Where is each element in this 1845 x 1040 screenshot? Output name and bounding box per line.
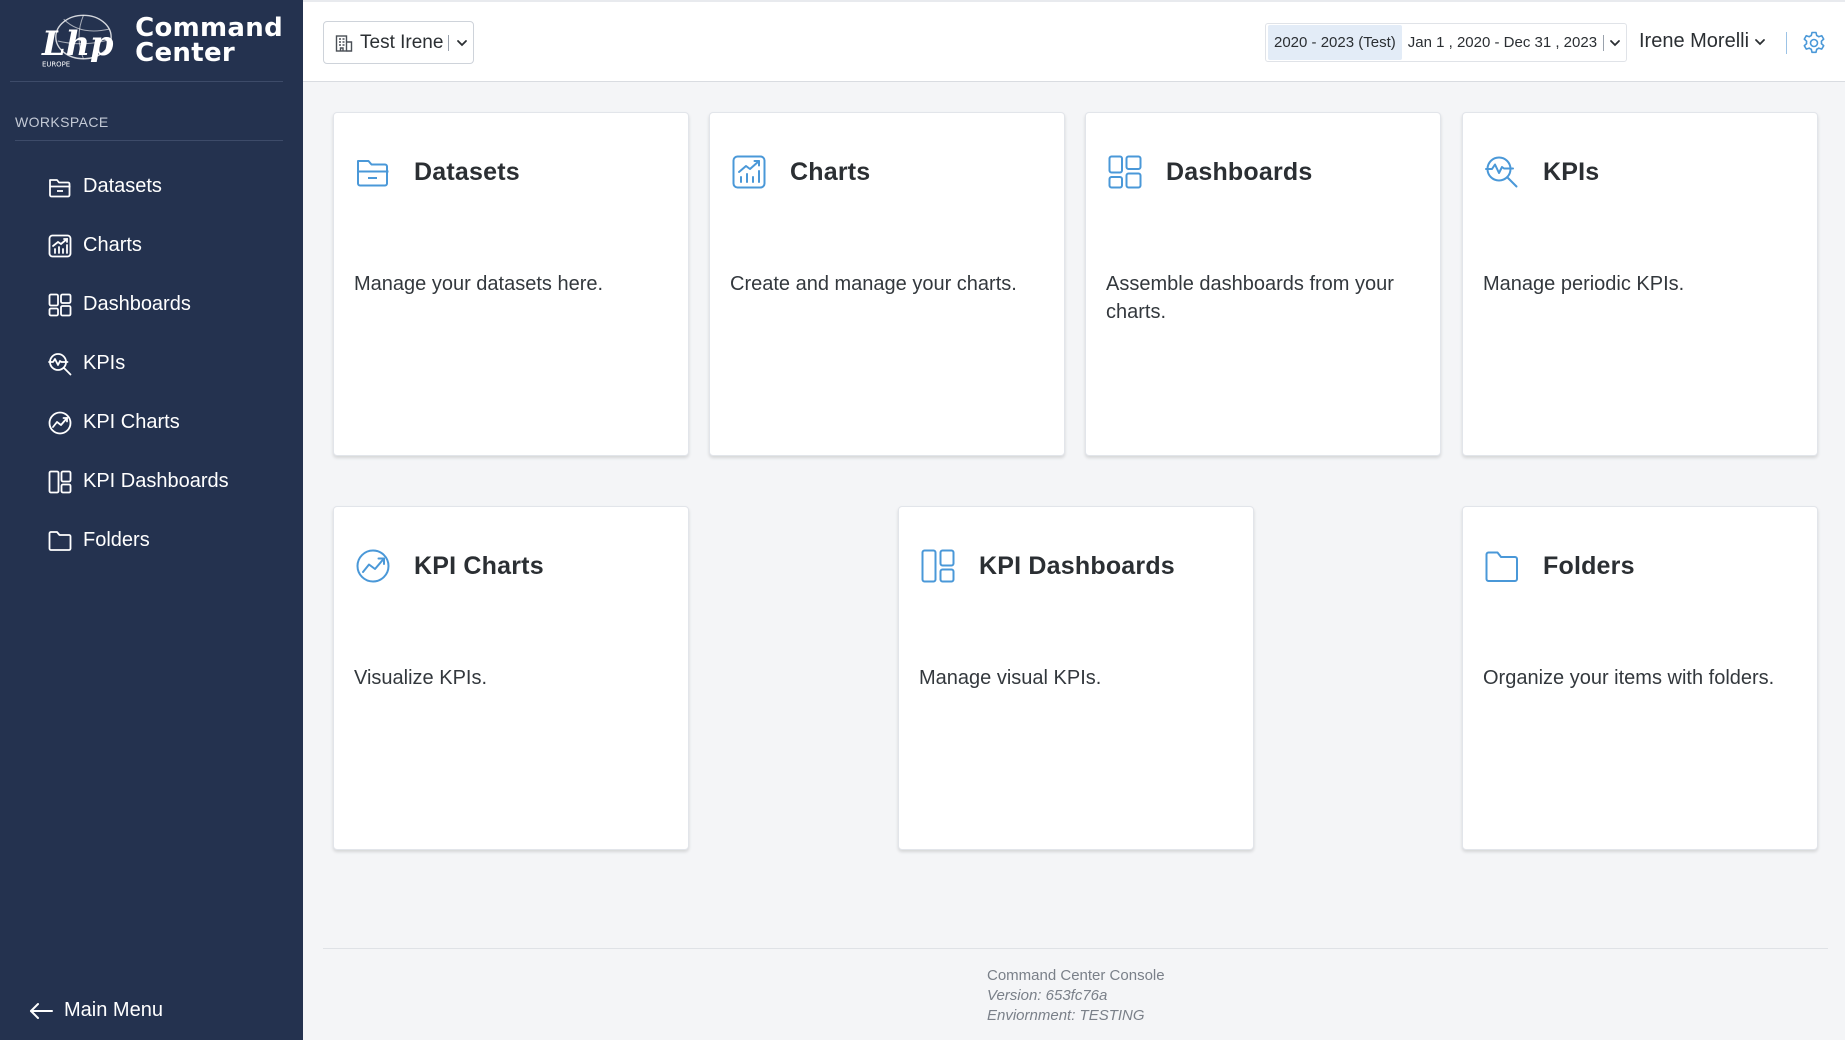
- card-header: KPI Charts: [354, 547, 544, 585]
- dashboard-icon: [1108, 155, 1142, 189]
- card-description: Organize your items with folders.: [1483, 667, 1775, 689]
- footer: Command Center Console Version: 653fc76a…: [987, 966, 1165, 1026]
- sidebar-item-charts[interactable]: Charts: [0, 216, 303, 275]
- sidebar-item-dashboards[interactable]: Dashboards: [0, 275, 303, 334]
- logo-subtext: EUROPE: [42, 60, 70, 68]
- card-kpis[interactable]: KPIs Manage periodic KPIs.: [1462, 112, 1818, 456]
- brand: Lhp EUROPE Command Center: [10, 0, 283, 82]
- chevron-down-icon: [1755, 38, 1765, 45]
- kpi-search-icon: [48, 352, 72, 375]
- card-header: Datasets: [354, 153, 520, 191]
- chart-icon: [732, 155, 766, 189]
- building-icon: [335, 34, 353, 52]
- card-kpi-charts[interactable]: KPI Charts Visualize KPIs.: [333, 506, 689, 850]
- sidebar-item-label: Folders: [83, 529, 150, 551]
- chevron-down-icon: [457, 39, 468, 46]
- toolbar-divider: [1786, 32, 1787, 54]
- workspace-section-label: WORKSPACE: [15, 114, 109, 130]
- sidebar-item-kpis[interactable]: KPIs: [0, 334, 303, 393]
- footer-app-name: Command Center Console: [987, 967, 1165, 984]
- company-logo[interactable]: Lhp EUROPE: [40, 11, 115, 71]
- sidebar-item-datasets[interactable]: Datasets: [0, 157, 303, 216]
- main-menu-label: Main Menu: [64, 999, 163, 1021]
- footer-environment: Enviornment: TESTING: [987, 1007, 1145, 1024]
- chart-icon: [48, 234, 72, 257]
- card-title: Dashboards: [1166, 157, 1313, 186]
- select-separator: [1603, 34, 1605, 51]
- kpi-chart-icon: [48, 411, 72, 434]
- app-title-line2: Center: [135, 37, 236, 68]
- organization-select[interactable]: Test Irene: [323, 21, 474, 64]
- main-menu-button[interactable]: Main Menu: [28, 999, 163, 1022]
- kpi-dashboard-icon: [921, 549, 955, 583]
- date-range-value: Jan 1 , 2020 - Dec 31 , 2023: [1407, 34, 1598, 51]
- card-title: KPI Charts: [414, 551, 544, 580]
- card-title: Charts: [790, 157, 871, 186]
- sidebar-item-label: Dashboards: [83, 293, 191, 315]
- sidebar-item-folders[interactable]: Folders: [0, 511, 303, 570]
- app-title: Command Center: [135, 12, 283, 68]
- card-description: Manage your datasets here.: [354, 273, 604, 295]
- card-kpi-dashboards[interactable]: KPI Dashboards Manage visual KPIs.: [898, 506, 1254, 850]
- footer-version: Version: 653fc76a: [987, 987, 1108, 1004]
- card-folders[interactable]: Folders Organize your items with folders…: [1462, 506, 1818, 850]
- card-description: Create and manage your charts.: [730, 273, 1017, 295]
- card-header: Folders: [1483, 547, 1635, 585]
- arrow-left-icon: [30, 1002, 53, 1019]
- footer-divider: [323, 948, 1828, 949]
- sidebar-item-label: KPIs: [83, 352, 126, 374]
- card-description: Manage visual KPIs.: [919, 667, 1102, 689]
- card-header: KPI Dashboards: [919, 547, 1175, 585]
- folder-open-icon: [357, 160, 389, 187]
- card-charts[interactable]: Charts Create and manage your charts.: [709, 112, 1065, 456]
- logo-text: Lhp: [41, 22, 114, 62]
- top-bar: Test Irene 2020 - 2023 (Test) Jan 1 , 20…: [303, 0, 1845, 82]
- folder-icon: [1485, 551, 1518, 582]
- card-title: Folders: [1543, 551, 1635, 580]
- kpi-search-icon: [1485, 156, 1518, 188]
- card-title: KPI Dashboards: [979, 551, 1175, 580]
- card-description: Manage periodic KPIs.: [1483, 273, 1685, 295]
- section-divider: [15, 140, 283, 141]
- card-header: KPIs: [1483, 153, 1599, 191]
- card-description: Assemble dashboards from your charts.: [1106, 273, 1394, 323]
- chevron-down-icon: [1610, 39, 1620, 46]
- card-title: Datasets: [414, 157, 520, 186]
- sidebar-item-kpi-dashboards[interactable]: KPI Dashboards: [0, 452, 303, 511]
- sidebar-nav: Datasets Charts Dashboards KPIs KPI Char…: [0, 157, 303, 570]
- card-dashboards[interactable]: Dashboards Assemble dashboards from your…: [1085, 112, 1441, 456]
- user-menu[interactable]: Irene Morelli: [1639, 30, 1767, 53]
- dashboard-icon: [48, 293, 72, 316]
- sidebar-item-label: Datasets: [83, 175, 162, 197]
- gear-icon[interactable]: [1801, 30, 1827, 56]
- kpi-chart-icon: [356, 549, 390, 583]
- main-content: Datasets Manage your datasets here. Char…: [303, 83, 1845, 1040]
- card-header: Dashboards: [1106, 153, 1312, 191]
- select-separator: [448, 34, 450, 51]
- sidebar: Lhp EUROPE Command Center WORKSPACE Data…: [0, 0, 303, 1040]
- date-preset-badge: 2020 - 2023 (Test): [1268, 25, 1402, 60]
- card-header: Charts: [730, 153, 870, 191]
- user-name: Irene Morelli: [1639, 30, 1750, 52]
- date-range-select[interactable]: 2020 - 2023 (Test) Jan 1 , 2020 - Dec 31…: [1265, 23, 1627, 62]
- card-description: Visualize KPIs.: [354, 667, 488, 689]
- sidebar-item-label: Charts: [83, 234, 142, 256]
- sidebar-item-label: KPI Charts: [83, 411, 180, 433]
- kpi-dashboard-icon: [48, 470, 72, 493]
- card-datasets[interactable]: Datasets Manage your datasets here.: [333, 112, 689, 456]
- folder-icon: [48, 530, 72, 551]
- sidebar-item-kpi-charts[interactable]: KPI Charts: [0, 393, 303, 452]
- card-title: KPIs: [1543, 157, 1600, 186]
- organization-select-value: Test Irene: [360, 31, 444, 53]
- folder-open-icon: [49, 178, 71, 197]
- app-title-line1: Command: [135, 12, 283, 43]
- sidebar-item-label: KPI Dashboards: [83, 470, 229, 492]
